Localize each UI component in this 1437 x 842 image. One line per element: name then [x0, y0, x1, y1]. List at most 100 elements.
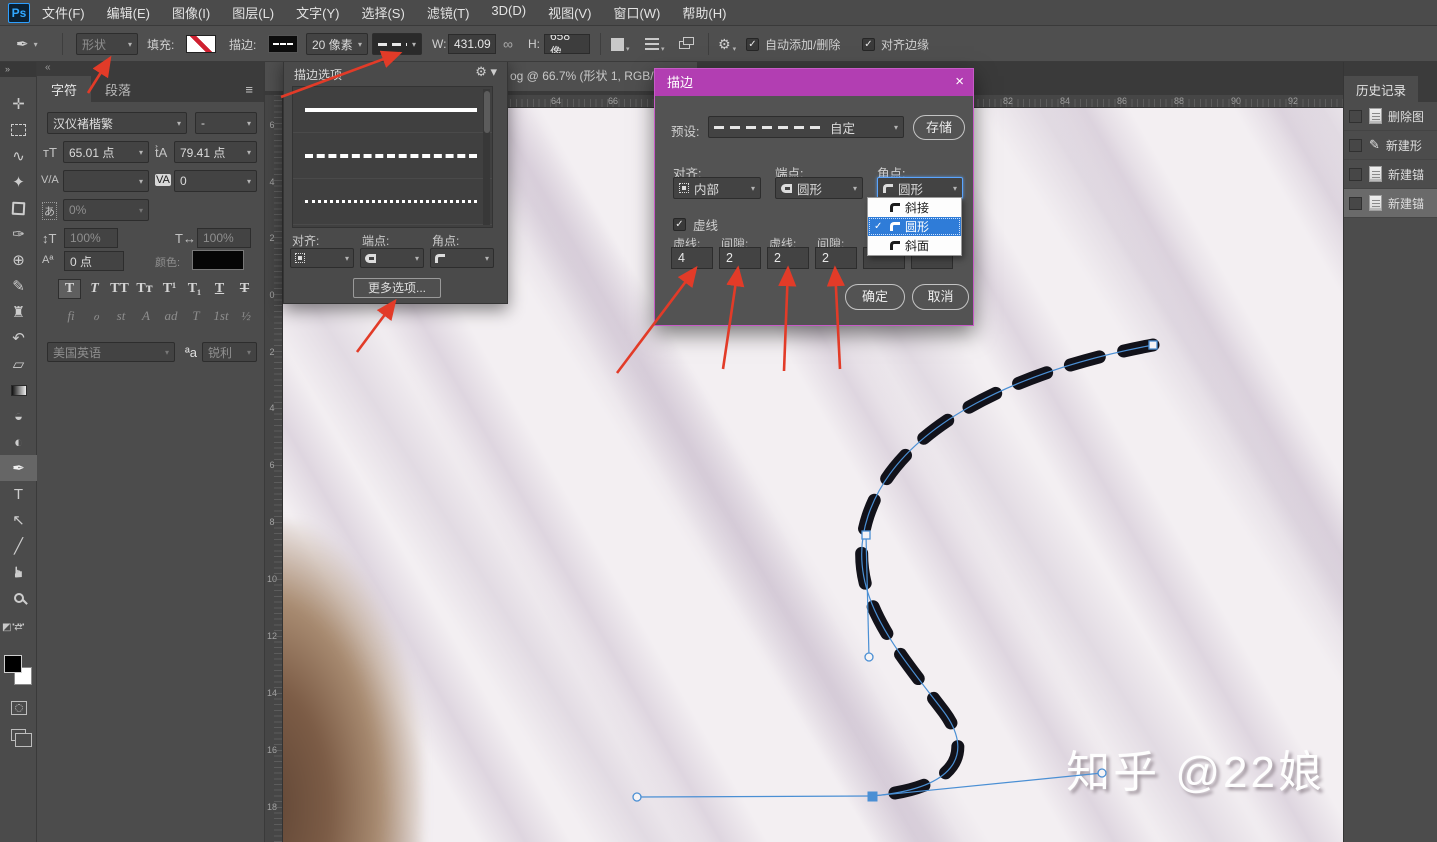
history-item-checkbox[interactable]: [1349, 167, 1362, 181]
opentype-button-3[interactable]: A: [135, 308, 157, 324]
color-swatches[interactable]: [4, 655, 34, 689]
close-icon[interactable]: ×: [955, 73, 964, 90]
menu-item-5[interactable]: 选择(S): [361, 3, 404, 22]
cap-select[interactable]: ▾: [360, 248, 424, 268]
corner-select[interactable]: 圆形 ▾: [877, 177, 963, 199]
tracking-select[interactable]: 0 ▾: [174, 170, 257, 192]
font-style-select[interactable]: - ▾: [195, 112, 257, 134]
foreground-color-swatch[interactable]: [4, 655, 22, 673]
blur-tool[interactable]: ◒: [0, 403, 37, 429]
kerning-select[interactable]: ▾: [63, 170, 149, 192]
menu-item-0[interactable]: 文件(F): [42, 3, 85, 22]
history-brush-tool[interactable]: ↶: [0, 325, 37, 351]
cap-select[interactable]: 圆形 ▾: [775, 177, 863, 199]
baseline-shift-input[interactable]: 0 点: [64, 251, 124, 271]
font-size-select[interactable]: 65.01 点 ▾: [63, 141, 149, 163]
type-style-button-5[interactable]: T₁: [183, 279, 206, 299]
clone-stamp-tool[interactable]: ♜: [0, 299, 37, 325]
more-options-button[interactable]: 更多选项...: [353, 278, 441, 298]
brush-tool[interactable]: ✎: [0, 273, 37, 299]
horizontal-scale-input[interactable]: 100%: [197, 228, 251, 248]
auto-add-delete-checkbox[interactable]: ✓: [746, 26, 759, 62]
eraser-tool[interactable]: ▱: [0, 351, 37, 377]
type-style-button-1[interactable]: T: [83, 279, 106, 299]
opentype-button-4[interactable]: ad: [160, 308, 182, 324]
hand-tool[interactable]: ☛: [0, 559, 37, 585]
history-item-checkbox[interactable]: [1349, 196, 1362, 210]
gradient-tool[interactable]: [0, 377, 37, 403]
antialias-select[interactable]: 锐利 ▾: [202, 342, 257, 362]
history-item-0[interactable]: 删除图: [1344, 102, 1437, 131]
opentype-button-6[interactable]: 1st: [210, 308, 232, 324]
swap-colors-icon[interactable]: ◩ ⇄: [2, 622, 34, 638]
menu-item-9[interactable]: 窗口(W): [613, 3, 660, 22]
quick-mask-button[interactable]: [0, 695, 37, 721]
tab-character[interactable]: 字符: [37, 76, 92, 102]
type-style-button-3[interactable]: Tᴛ: [133, 279, 156, 299]
screen-mode-button[interactable]: [0, 722, 37, 748]
zoom-tool[interactable]: [0, 585, 37, 611]
crop-tool[interactable]: [0, 195, 37, 221]
type-style-button-4[interactable]: T¹: [158, 279, 181, 299]
opentype-button-5[interactable]: T: [185, 308, 207, 324]
tsume-select[interactable]: 0% ▾: [63, 199, 149, 221]
move-tool[interactable]: ✛: [0, 91, 37, 117]
stroke-type-select[interactable]: ▾: [372, 33, 422, 55]
history-item-checkbox[interactable]: [1349, 138, 1362, 152]
history-item-2[interactable]: 新建锚: [1344, 160, 1437, 189]
stroke-width-select[interactable]: 20 像素 ▾: [306, 33, 368, 55]
healing-brush-tool[interactable]: ⊕: [0, 247, 37, 273]
stroke-preset-dotted[interactable]: [293, 179, 492, 225]
align-select[interactable]: 内部 ▾: [673, 177, 761, 199]
tool-mode-select[interactable]: 形状 ▾: [76, 33, 138, 55]
opentype-button-1[interactable]: ℴ: [85, 308, 107, 324]
type-style-button-2[interactable]: TT: [108, 279, 131, 299]
collapse-panel-button[interactable]: «: [37, 62, 264, 75]
save-preset-button[interactable]: 存储: [913, 115, 965, 140]
dashed-line-checkbox[interactable]: ✓: [673, 218, 686, 231]
tab-history[interactable]: 历史记录: [1344, 76, 1419, 102]
stroke-preset-dashed[interactable]: [293, 133, 492, 179]
corner-menu-item-2[interactable]: 斜面: [868, 236, 961, 255]
eyedropper-tool[interactable]: ✑: [0, 221, 37, 247]
dash-field-input-2[interactable]: 2: [767, 247, 809, 269]
corner-menu-item-0[interactable]: 斜接: [868, 198, 961, 217]
menu-item-6[interactable]: 滤镜(T): [427, 3, 470, 22]
path-arrangement-button[interactable]: [679, 26, 695, 62]
opentype-button-0[interactable]: fi: [60, 308, 82, 324]
scrollbar[interactable]: [483, 89, 490, 225]
language-select[interactable]: 美国英语 ▾: [47, 342, 175, 362]
dash-field-input-0[interactable]: 4: [671, 247, 713, 269]
menu-item-2[interactable]: 图像(I): [172, 3, 210, 22]
menu-item-4[interactable]: 文字(Y): [296, 3, 339, 22]
marquee-tool[interactable]: [0, 117, 37, 143]
menu-item-7[interactable]: 3D(D): [491, 3, 526, 22]
shape-width-input[interactable]: 431.09: [448, 34, 496, 54]
ok-button[interactable]: 确定: [845, 284, 905, 310]
font-family-select[interactable]: 汉仪褚楷繁 ▾: [47, 112, 187, 134]
preset-select[interactable]: 自定 ▾: [708, 116, 904, 138]
tab-paragraph[interactable]: 段落: [91, 76, 145, 102]
align-select[interactable]: ▾: [290, 248, 354, 268]
wand-tool[interactable]: ✦: [0, 169, 37, 195]
history-item-1[interactable]: ✎ 新建形: [1344, 131, 1437, 160]
menu-item-10[interactable]: 帮助(H): [682, 3, 726, 22]
corner-menu-item-1[interactable]: ✓ 圆形: [868, 217, 961, 236]
dodge-tool[interactable]: ◐: [0, 429, 37, 455]
dialog-title-bar[interactable]: 描边: [655, 69, 973, 96]
opentype-button-2[interactable]: st: [110, 308, 132, 324]
path-alignment-button[interactable]: ▾: [645, 26, 665, 62]
panel-menu-icon[interactable]: ≡: [245, 82, 254, 97]
line-tool[interactable]: ╱: [0, 533, 37, 559]
corner-select[interactable]: ▾: [430, 248, 494, 268]
geometry-options-gear-icon[interactable]: ⚙ ▾: [718, 26, 736, 62]
menu-item-8[interactable]: 视图(V): [548, 3, 591, 22]
stroke-preset-solid[interactable]: [293, 87, 492, 133]
path-select-tool[interactable]: ↖: [0, 507, 37, 533]
current-tool-icon[interactable]: ✒ ▾: [16, 26, 38, 62]
dash-field-input-1[interactable]: 2: [719, 247, 761, 269]
align-edges-checkbox[interactable]: ✓: [862, 26, 875, 62]
fill-swatch[interactable]: [186, 26, 216, 62]
gear-icon[interactable]: ⚙ ▾: [475, 64, 497, 80]
menu-item-3[interactable]: 图层(L): [232, 3, 274, 22]
